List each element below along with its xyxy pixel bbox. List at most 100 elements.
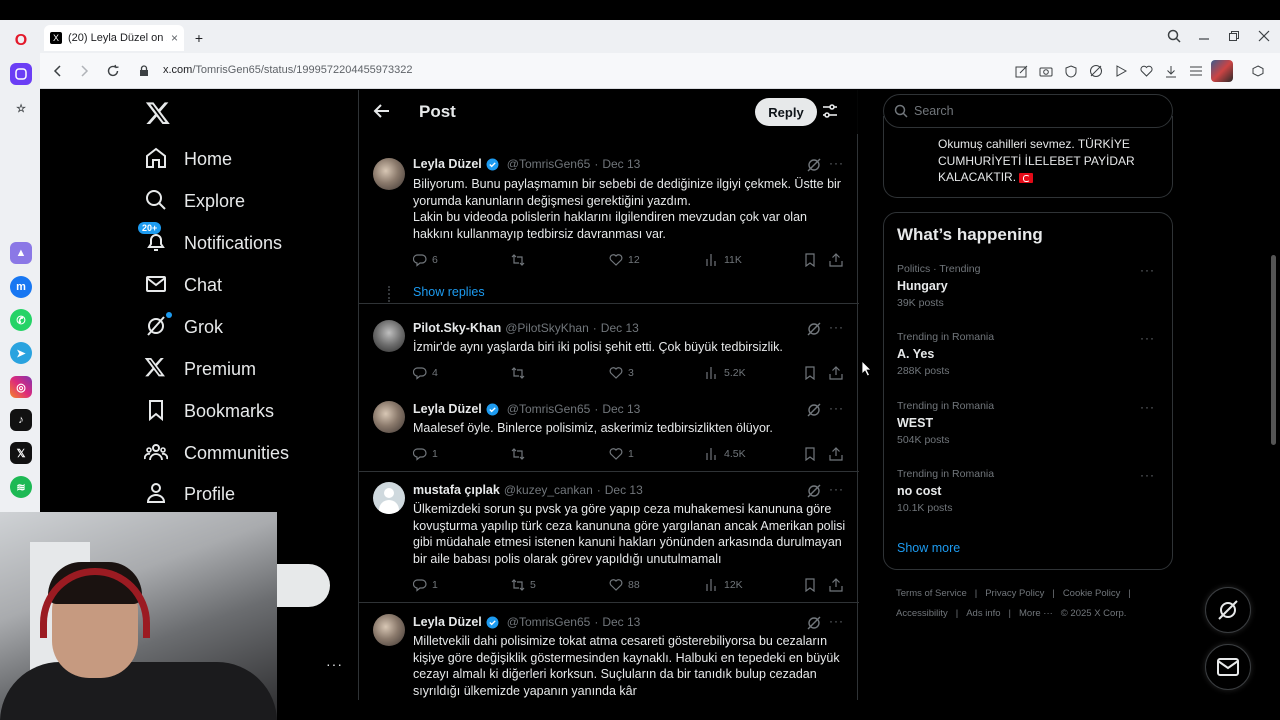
avatar[interactable]: [373, 482, 405, 514]
trend-more-icon[interactable]: ···: [1140, 263, 1155, 277]
grok-icon[interactable]: [807, 158, 821, 172]
browser-tab[interactable]: X (20) Leyla Düzel on X: "Po ×: [44, 25, 184, 51]
messenger-icon[interactable]: m: [10, 276, 32, 298]
tweet-date[interactable]: Dec 13: [605, 483, 643, 497]
author-name[interactable]: Leyla Düzel: [413, 157, 482, 171]
shield-icon[interactable]: [1062, 62, 1080, 80]
more-options-icon[interactable]: ···: [829, 614, 844, 628]
url-field[interactable]: x.com/TomrisGen65/status/199957220445597…: [163, 64, 413, 76]
more-options-icon[interactable]: ···: [829, 320, 844, 334]
bookmark-icon[interactable]: [803, 447, 822, 461]
scrollbar-thumb[interactable]: [1271, 255, 1276, 445]
grok-icon[interactable]: [807, 484, 821, 498]
easy-setup-icon[interactable]: [1187, 62, 1205, 80]
back-arrow-icon[interactable]: [373, 102, 393, 122]
nav-grok[interactable]: Grok: [144, 307, 223, 347]
star-icon[interactable]: ☆: [10, 97, 32, 119]
author-name[interactable]: mustafa çıplak: [413, 483, 500, 497]
tweet-item[interactable]: Leyla Düzel @TomrisGen65 · Dec 13 ··· Mi…: [359, 603, 859, 700]
avatar[interactable]: [373, 401, 405, 433]
views-action[interactable]: 12K: [705, 578, 743, 592]
like-action[interactable]: 88: [609, 578, 640, 592]
reply-action[interactable]: 1: [413, 578, 438, 592]
nav-communities[interactable]: Communities: [144, 433, 289, 473]
nav-premium[interactable]: Premium: [144, 349, 256, 389]
camera-icon[interactable]: [1037, 62, 1055, 80]
reply-action[interactable]: 6: [413, 253, 438, 267]
show-replies-link[interactable]: Show replies: [413, 285, 485, 299]
share-icon[interactable]: [829, 253, 848, 267]
trend-more-icon[interactable]: ···: [1140, 400, 1155, 414]
more-options-icon[interactable]: ···: [829, 401, 844, 415]
trend-item[interactable]: Trending in Romania WEST 504K posts ···: [897, 400, 1161, 446]
reply-action[interactable]: 1: [413, 447, 438, 461]
tweet-item[interactable]: Leyla Düzel @TomrisGen65 · Dec 13 ··· Bi…: [359, 148, 859, 304]
share-icon[interactable]: [829, 578, 848, 592]
tweet-date[interactable]: Dec 13: [602, 402, 640, 416]
nav-chat[interactable]: Chat: [144, 265, 222, 305]
search-tabs-icon[interactable]: [1165, 27, 1183, 45]
retweet-action[interactable]: [511, 447, 530, 461]
author-handle[interactable]: @TomrisGen65: [507, 402, 591, 416]
back-icon[interactable]: [48, 61, 68, 81]
like-action[interactable]: 12: [609, 253, 640, 267]
nav-profile[interactable]: Profile: [144, 474, 235, 514]
grok-icon[interactable]: [807, 322, 821, 336]
more-options-icon[interactable]: ···: [829, 156, 844, 170]
nav-explore[interactable]: Explore: [144, 181, 245, 221]
nav-notifications[interactable]: 20+ Notifications: [138, 222, 282, 263]
avatar[interactable]: [373, 614, 405, 646]
close-window-icon[interactable]: [1255, 27, 1273, 45]
tweet-item[interactable]: Pilot.Sky-Khan @PilotSkyKhan · Dec 13 ··…: [359, 312, 859, 392]
views-action[interactable]: 4.5K: [705, 447, 746, 461]
minimize-icon[interactable]: [1195, 27, 1213, 45]
sliders-icon[interactable]: [821, 102, 841, 122]
like-action[interactable]: 1: [609, 447, 634, 461]
footer-terms[interactable]: Terms of Service: [896, 588, 967, 599]
more-options-icon[interactable]: ···: [829, 482, 844, 496]
extensions-icon[interactable]: [1249, 62, 1267, 80]
retweet-action[interactable]: [511, 253, 530, 267]
edit-icon[interactable]: [1012, 62, 1030, 80]
home-workspace-icon[interactable]: [10, 63, 32, 85]
account-menu-dots[interactable]: ···: [326, 656, 343, 672]
retweet-action[interactable]: [511, 366, 530, 380]
reply-button[interactable]: Reply: [755, 98, 817, 126]
tweet-date[interactable]: Dec 13: [602, 615, 640, 629]
download-icon[interactable]: [1162, 62, 1180, 80]
spotify-icon[interactable]: ≋: [10, 476, 32, 498]
whatsapp-icon[interactable]: ✆: [10, 309, 32, 331]
bookmark-icon[interactable]: [803, 253, 822, 267]
show-more-link[interactable]: Show more: [897, 541, 960, 555]
restore-icon[interactable]: [1225, 27, 1243, 45]
telegram-icon[interactable]: ➤: [10, 342, 32, 364]
x-logo-icon[interactable]: [145, 100, 175, 130]
tweet-item[interactable]: mustafa çıplak @kuzey_cankan · Dec 13 ··…: [359, 472, 859, 603]
reload-icon[interactable]: [103, 61, 123, 81]
search-input[interactable]: Search: [883, 94, 1173, 128]
bookmark-icon[interactable]: [803, 366, 822, 380]
trend-item[interactable]: Trending in Romania A. Yes 288K posts ··…: [897, 331, 1161, 377]
instagram-icon[interactable]: ◎: [10, 376, 32, 398]
profile-avatar[interactable]: [1211, 60, 1233, 82]
aria-icon[interactable]: ▲: [10, 242, 32, 264]
footer-more[interactable]: More ···: [1019, 608, 1053, 619]
footer-cookie[interactable]: Cookie Policy: [1063, 588, 1121, 599]
tweet-date[interactable]: Dec 13: [601, 321, 639, 335]
tweet-item[interactable]: Leyla Düzel @TomrisGen65 · Dec 13 ··· Ma…: [359, 392, 859, 472]
tiktok-icon[interactable]: ♪: [10, 409, 32, 431]
post-button[interactable]: [276, 564, 330, 607]
trend-more-icon[interactable]: ···: [1140, 331, 1155, 345]
opera-logo-icon[interactable]: O: [10, 30, 32, 52]
author-name[interactable]: Leyla Düzel: [413, 615, 482, 629]
lock-icon[interactable]: [134, 61, 154, 81]
author-handle[interactable]: @PilotSkyKhan: [505, 321, 589, 335]
grok-icon[interactable]: [807, 616, 821, 630]
tweet-date[interactable]: Dec 13: [602, 157, 640, 171]
author-name[interactable]: Pilot.Sky-Khan: [413, 321, 501, 335]
footer-ads[interactable]: Ads info: [966, 608, 1000, 619]
heart-icon[interactable]: [1137, 62, 1155, 80]
grok-icon[interactable]: [807, 403, 821, 417]
like-action[interactable]: 3: [609, 366, 634, 380]
footer-privacy[interactable]: Privacy Policy: [985, 588, 1044, 599]
